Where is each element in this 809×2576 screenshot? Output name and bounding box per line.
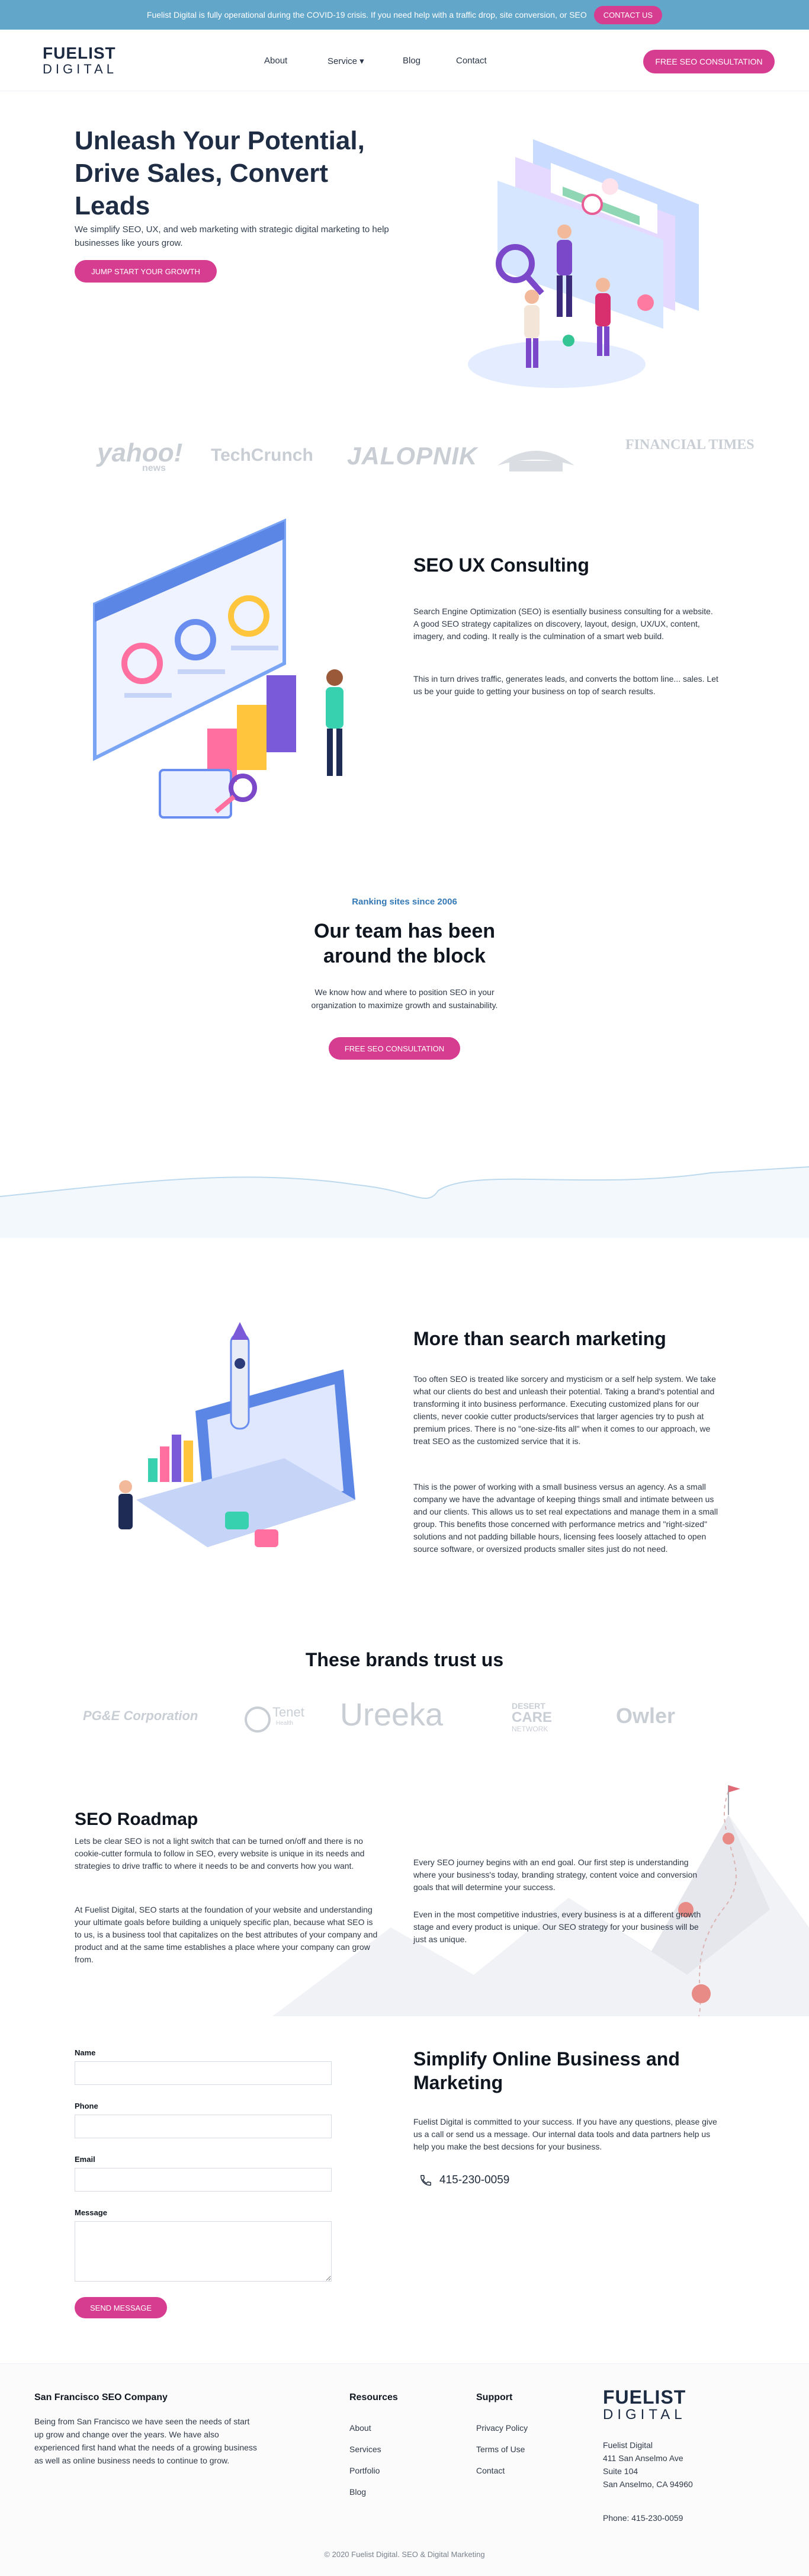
brands-title: These brands trust us [305,1649,504,1670]
covid-banner: Fuelist Digital is fully operational dur… [0,0,809,30]
financial-times-logo: FINANCIAL TIMES [625,437,755,453]
team-title: Our team has been around the block [313,920,496,967]
jump-start-growth-button[interactable]: JUMP START YOUR GROWTH [75,260,217,283]
team-text: We know how and where to position SEO in… [311,987,498,1010]
yahoo-news-logo-sub: news [142,463,166,473]
pge-logo: PG&E Corporation [83,1708,198,1723]
seo-roadmap-title: SEO Roadmap [75,1810,198,1829]
message-textarea[interactable] [75,2221,332,2282]
footer-link-privacy-policy[interactable]: Privacy Policy [476,2417,528,2439]
phone-icon [420,2175,431,2186]
footer-address-line: Fuelist Digital [603,2440,653,2450]
team-kicker: Ranking sites since 2006 [352,897,457,907]
logo-text-line1: FUELIST [43,44,116,62]
email-label: Email [75,2155,95,2164]
footer-link-terms-of-use[interactable]: Terms of Use [476,2439,528,2460]
yahoo-news-logo: yahoo! [97,438,183,467]
decorative-wave [0,1166,809,1238]
hero-title: Unleash Your Potential, Drive Sales, Con… [75,126,365,220]
nav-contact[interactable]: Contact [456,56,487,66]
email-input[interactable] [75,2168,332,2192]
desert-care-network-logo-line2: CARE [512,1709,553,1725]
seo-roadmap-paragraph-4: Even in the most competitive industries,… [413,1910,701,1944]
techcrunch-logo: TechCrunch [211,445,313,465]
footer-resources-list: About Services Portfolio Blog [349,2417,381,2503]
tenet-logo-text: Tenet [272,1705,304,1720]
footer-address-line: San Anselmo, CA 94960 [603,2479,693,2489]
footer-copyright: © 2020 Fuelist Digital. SEO & Digital Ma… [324,2550,485,2559]
footer-logo-line2: DIGITAL [603,2407,686,2423]
jalopnik-logo: JALOPNIK [347,442,478,470]
newspaper-seal-logo [492,442,580,479]
footer-resources-heading: Resources [349,2392,398,2402]
seo-roadmap-paragraph-3: Every SEO journey begins with an end goa… [413,1858,698,1892]
more-than-search-paragraph-2: This is the power of working with a smal… [413,1482,718,1554]
press-logos: yahoo! news TechCrunch JALOPNIK FINANCIA… [89,437,755,479]
footer-logo-line1: FUELIST [603,2386,686,2408]
tenet-health-logo: Tenet [243,1705,304,1734]
footer-address-line: Suite 104 [603,2466,638,2476]
analytics-dashboard-illustration [93,518,343,819]
contact-text: Fuelist Digital is committed to your suc… [413,2117,717,2151]
footer-about-heading: San Francisco SEO Company [34,2392,168,2402]
phone-input[interactable] [75,2115,332,2138]
desert-care-network-logo-line3: NETWORK [512,1725,548,1733]
more-than-search-paragraph-1: Too often SEO is treated like sorcery an… [413,1374,716,1446]
name-label: Name [75,2048,96,2057]
owler-logo: Owler [616,1704,676,1728]
footer-link-portfolio[interactable]: Portfolio [349,2460,381,2481]
free-seo-consultation-button[interactable]: FREE SEO CONSULTATION [643,50,775,73]
contact-us-button[interactable]: CONTACT US [593,5,663,24]
send-message-button[interactable]: SEND MESSAGE [75,2297,167,2318]
hero-illustration [468,139,699,388]
hero-text: We simplify SEO, UX, and web marketing w… [75,224,389,248]
phone-label: Phone [75,2102,98,2110]
brand-logos: PG&E Corporation Tenet Health Ureeka DES… [71,1696,738,1738]
banner-text: Fuelist Digital is fully operational dur… [146,10,587,20]
footer-phone: Phone: 415-230-0059 [603,2513,683,2523]
nav-service-dropdown[interactable]: Service ▾ [328,56,364,66]
nav-about[interactable]: About [264,56,287,66]
footer-address: Fuelist Digital 411 San Anselmo Ave Suit… [603,2439,693,2491]
seo-roadmap-paragraph-2: At Fuelist Digital, SEO starts at the fo… [75,1905,378,1964]
name-input[interactable] [75,2061,332,2085]
site-header: FUELIST DIGITAL About Service ▾ Blog Con… [0,30,809,91]
footer-link-services[interactable]: Services [349,2439,381,2460]
contact-phone-number: 415-230-0059 [439,2174,510,2186]
page: Fuelist Digital is fully operational dur… [0,0,809,2576]
message-label: Message [75,2208,107,2217]
seo-ux-paragraph-2: This in turn drives traffic, generates l… [413,674,718,696]
footer-link-about[interactable]: About [349,2417,381,2439]
mountain-roadmap-illustration [272,1785,809,2016]
nav-blog[interactable]: Blog [403,56,420,66]
footer-support-list: Privacy Policy Terms of Use Contact [476,2417,528,2481]
site-footer: San Francisco SEO Company Being from San… [0,2363,809,2576]
more-than-search-title: More than search marketing [413,1328,666,1349]
logo-text-line2: DIGITAL [43,62,117,76]
team-free-seo-consultation-button[interactable]: FREE SEO CONSULTATION [329,1037,460,1060]
tenet-health-logo-sub: Health [276,1720,293,1727]
footer-logo[interactable]: FUELIST DIGITAL [603,2388,686,2422]
footer-link-contact[interactable]: Contact [476,2460,528,2481]
contact-phone[interactable]: 415-230-0059 [419,2174,509,2187]
seo-ux-consulting-title: SEO UX Consulting [413,554,589,576]
contact-title: Simplify Online Business and Marketing [413,2048,680,2093]
seo-roadmap-paragraph-1: Lets be clear SEO is not a light switch … [75,1836,365,1871]
footer-support-heading: Support [476,2392,513,2402]
ureeka-logo: Ureeka [340,1697,444,1733]
rocket-laptop-illustration [118,1322,355,1547]
footer-about-text: Being from San Francisco we have seen th… [34,2417,257,2465]
seo-ux-paragraph-1: Search Engine Optimization (SEO) is esen… [413,607,713,641]
site-logo[interactable]: FUELIST DIGITAL [43,45,117,76]
footer-link-blog[interactable]: Blog [349,2481,381,2503]
footer-address-line: 411 San Anselmo Ave [603,2453,683,2463]
